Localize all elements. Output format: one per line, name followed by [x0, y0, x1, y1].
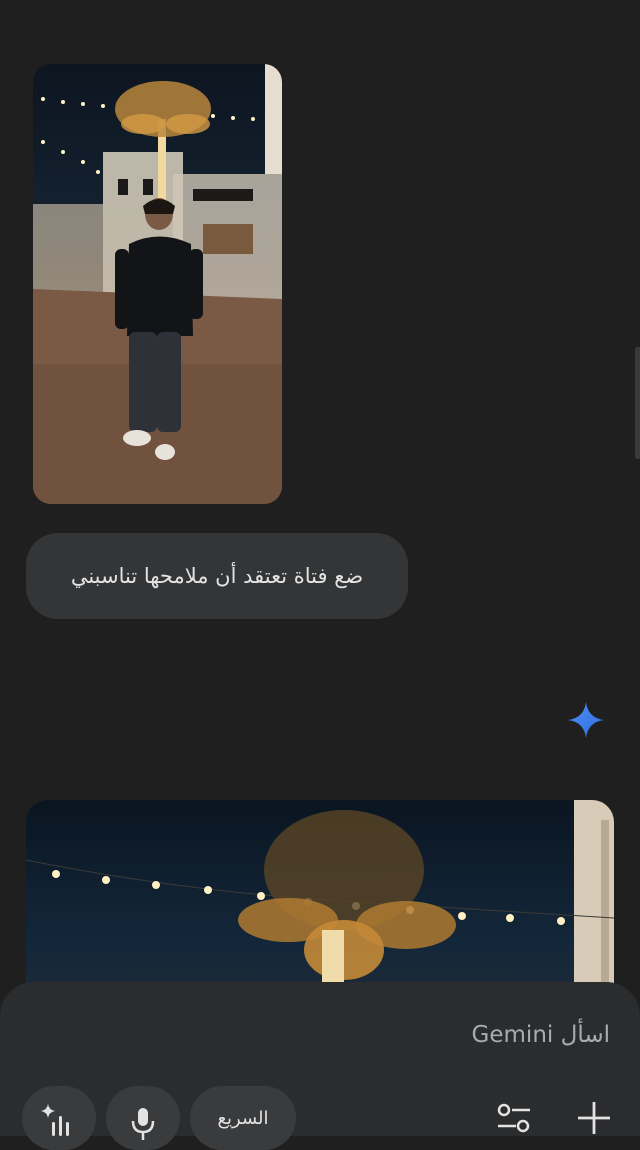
generated-image-scene: [26, 800, 614, 1000]
user-prompt-text: ضع فتاة تعتقد أن ملامحها تناسبني: [70, 564, 364, 588]
plus-icon[interactable]: [576, 1100, 612, 1136]
live-button[interactable]: [22, 1086, 96, 1150]
mode-selector-button[interactable]: السريع: [190, 1086, 296, 1150]
user-prompt-bubble: ضع فتاة تعتقد أن ملامحها تناسبني: [26, 533, 408, 619]
composer-panel: اسأل Gemini السريع: [0, 982, 640, 1150]
uploaded-photo[interactable]: [33, 64, 282, 504]
mode-label: السريع: [217, 1108, 269, 1129]
microphone-icon: [131, 1108, 155, 1140]
prompt-input[interactable]: اسأل Gemini: [472, 1022, 610, 1048]
uploaded-photo-scene: [33, 64, 282, 504]
gemini-sparkle-icon: [566, 700, 606, 740]
tools-sliders-icon[interactable]: [496, 1100, 532, 1136]
live-sparkle-icon: [41, 1104, 69, 1136]
scroll-edge-handle[interactable]: [635, 347, 640, 459]
microphone-button[interactable]: [106, 1086, 180, 1150]
generated-image[interactable]: [26, 800, 614, 1000]
